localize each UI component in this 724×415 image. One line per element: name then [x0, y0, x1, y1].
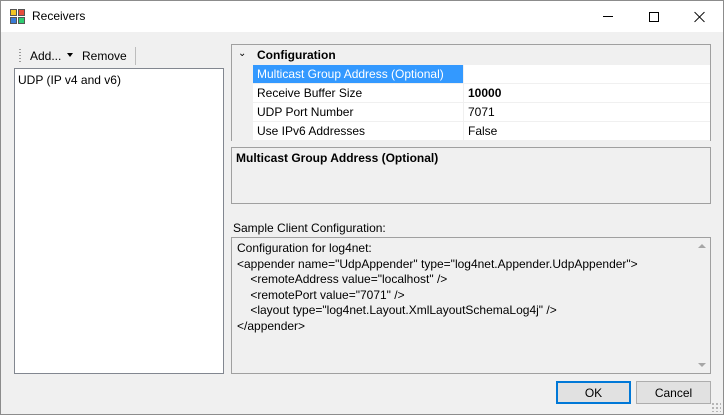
- property-grid-margin: [232, 65, 253, 141]
- code-line: <remoteAddress value="localhost" />: [237, 272, 448, 286]
- list-item[interactable]: UDP (IP v4 and v6): [18, 73, 121, 87]
- property-row-multicast-group-address[interactable]: Multicast Group Address (Optional): [253, 65, 710, 84]
- code-line: Configuration for log4net:: [237, 241, 372, 255]
- category-configuration[interactable]: ⌄ Configuration: [232, 45, 710, 65]
- property-grid[interactable]: ⌄ Configuration Multicast Group Address …: [231, 44, 711, 141]
- property-row-udp-port-number[interactable]: UDP Port Number 7071: [253, 103, 710, 122]
- property-name[interactable]: Multicast Group Address (Optional): [253, 65, 464, 83]
- property-row-receive-buffer-size[interactable]: Receive Buffer Size 10000: [253, 84, 710, 103]
- scroll-up-arrow-icon[interactable]: [698, 244, 706, 248]
- property-name[interactable]: Receive Buffer Size: [253, 84, 464, 102]
- receivers-dialog: Receivers Add... Remove UDP (IP v4 and v…: [0, 0, 724, 415]
- property-name[interactable]: UDP Port Number: [253, 103, 464, 121]
- ok-button[interactable]: OK: [556, 381, 631, 404]
- property-value[interactable]: 10000: [466, 84, 501, 102]
- collapse-chevron-icon[interactable]: ⌄: [238, 48, 246, 59]
- code-line: </appender>: [237, 318, 306, 333]
- cancel-button[interactable]: Cancel: [636, 381, 711, 404]
- add-dropdown-button[interactable]: Add...: [30, 49, 61, 63]
- code-line: <layout type="log4net.Layout.XmlLayoutSc…: [237, 303, 557, 317]
- minimize-button[interactable]: [585, 1, 631, 32]
- vertical-scrollbar[interactable]: [693, 238, 710, 373]
- sample-config-text[interactable]: Configuration for log4net: <appender name…: [237, 241, 638, 334]
- receivers-app-icon: [10, 9, 26, 25]
- category-label: Configuration: [257, 48, 336, 62]
- property-description-panel: Multicast Group Address (Optional): [231, 147, 711, 204]
- close-button[interactable]: [677, 1, 723, 32]
- maximize-button[interactable]: [631, 1, 677, 32]
- property-value[interactable]: [466, 65, 468, 83]
- sample-config-label: Sample Client Configuration:: [233, 221, 386, 235]
- toolbar-grip-icon[interactable]: [19, 49, 21, 63]
- property-row-use-ipv6-addresses[interactable]: Use IPv6 Addresses False: [253, 122, 710, 141]
- receivers-toolbar: Add... Remove: [14, 44, 224, 68]
- code-line: <remotePort value="7071" />: [237, 287, 405, 302]
- dropdown-arrow-icon[interactable]: [67, 53, 73, 57]
- resize-grip-icon[interactable]: [711, 402, 721, 412]
- property-value[interactable]: 7071: [466, 103, 495, 121]
- property-name[interactable]: Use IPv6 Addresses: [253, 122, 464, 140]
- maximize-icon: [649, 11, 659, 22]
- property-value[interactable]: False: [466, 122, 497, 140]
- scroll-down-arrow-icon[interactable]: [698, 363, 706, 367]
- code-line: <appender name="UdpAppender" type="log4n…: [237, 256, 638, 271]
- description-title: Multicast Group Address (Optional): [236, 151, 439, 165]
- receivers-list[interactable]: UDP (IP v4 and v6): [14, 68, 224, 374]
- minimize-icon: [603, 16, 613, 17]
- toolbar-separator: [135, 47, 136, 65]
- window-title: Receivers: [32, 9, 86, 23]
- close-icon: [694, 11, 706, 23]
- sample-config-textbox[interactable]: Configuration for log4net: <appender name…: [231, 237, 711, 374]
- remove-button[interactable]: Remove: [82, 49, 127, 63]
- title-bar[interactable]: Receivers: [1, 1, 723, 32]
